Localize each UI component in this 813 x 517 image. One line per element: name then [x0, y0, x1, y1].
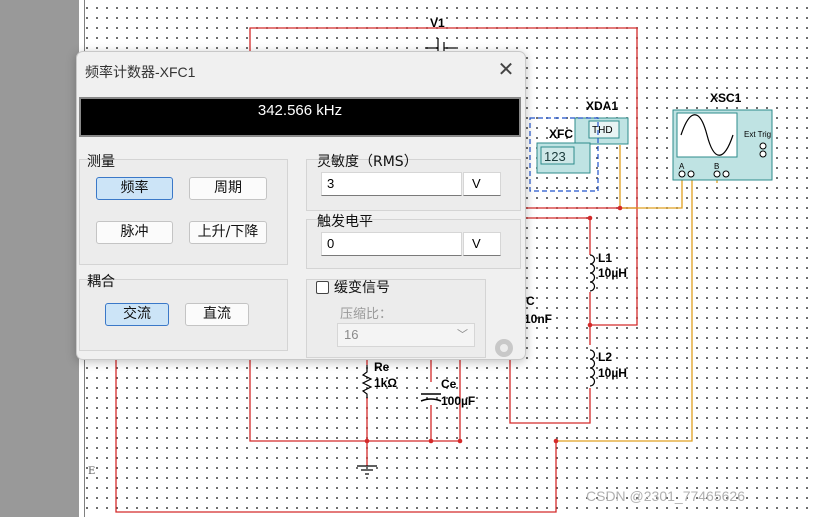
coupling-label: 耦合	[87, 274, 115, 290]
sensitivity-label: 灵敏度（RMS）	[317, 154, 418, 170]
l1-inductor	[589, 254, 596, 292]
watermark: CSDN @2301_77465626	[586, 488, 745, 504]
re-name: Re	[374, 360, 390, 374]
period-button[interactable]: 周期	[189, 177, 267, 200]
frequency-display: 342.566 kHz	[79, 97, 521, 137]
dc-button[interactable]: 直流	[185, 303, 249, 326]
trigger-label: 触发电平	[317, 214, 373, 230]
l1-name: L1	[598, 251, 612, 265]
resize-grip-icon[interactable]	[495, 339, 513, 357]
gradual-signal-label: 缓变信号	[334, 280, 390, 296]
compression-label: 压缩比：	[340, 307, 393, 322]
dialog-title: 频率计数器-XFC1	[85, 64, 196, 80]
l2-value: 10µH	[598, 366, 627, 380]
port-a-label: A	[679, 162, 685, 171]
xfc-label: XFC	[549, 127, 573, 141]
xsc1-label: XSC1	[710, 91, 742, 105]
compression-select[interactable]: 16 ﹀	[337, 323, 475, 347]
l2-inductor	[589, 349, 596, 387]
v1-source	[425, 38, 456, 52]
ac-button[interactable]: 交流	[105, 303, 169, 326]
ext-trig-label: Ext Trig	[744, 130, 771, 139]
thd-label: THD	[592, 125, 613, 136]
c-value: 10nF	[524, 312, 552, 326]
measure-group	[79, 159, 288, 265]
ce-name: Ce	[441, 377, 457, 391]
sensitivity-input[interactable]: 3	[321, 172, 462, 196]
pulse-button[interactable]: 脉冲	[96, 221, 173, 244]
compression-value: 16	[344, 327, 359, 342]
ce-capacitor	[420, 393, 442, 402]
sensitivity-unit-select[interactable]: V	[463, 172, 501, 196]
frequency-counter-dialog: 频率计数器-XFC1 ✕ 342.566 kHz 测量 频率 周期 脉冲 上升/…	[76, 51, 526, 360]
xda1-label: XDA1	[586, 99, 618, 113]
trigger-unit-select[interactable]: V	[463, 232, 501, 256]
c-name: C	[526, 294, 535, 308]
l2-name: L2	[598, 350, 612, 364]
gradual-signal-checkbox[interactable]	[316, 281, 329, 294]
trigger-level-input[interactable]: 0	[321, 232, 462, 256]
frequency-value: 342.566 kHz	[257, 102, 343, 119]
re-resistor	[361, 365, 373, 398]
port-b-label: B	[714, 162, 719, 171]
ce-value: 100µF	[441, 394, 475, 408]
re-value: 1kΩ	[374, 376, 397, 390]
l1-value: 10µH	[598, 266, 627, 280]
xfc-readout: 123	[544, 149, 566, 164]
frequency-button[interactable]: 频率	[96, 177, 173, 200]
chevron-down-icon: ﹀	[457, 329, 468, 341]
rise-fall-button[interactable]: 上升/下降	[189, 221, 267, 244]
ground-symbol	[357, 465, 377, 475]
measure-label: 测量	[87, 154, 115, 170]
v1-label: V1	[430, 16, 445, 30]
close-icon[interactable]: ✕	[495, 58, 517, 80]
